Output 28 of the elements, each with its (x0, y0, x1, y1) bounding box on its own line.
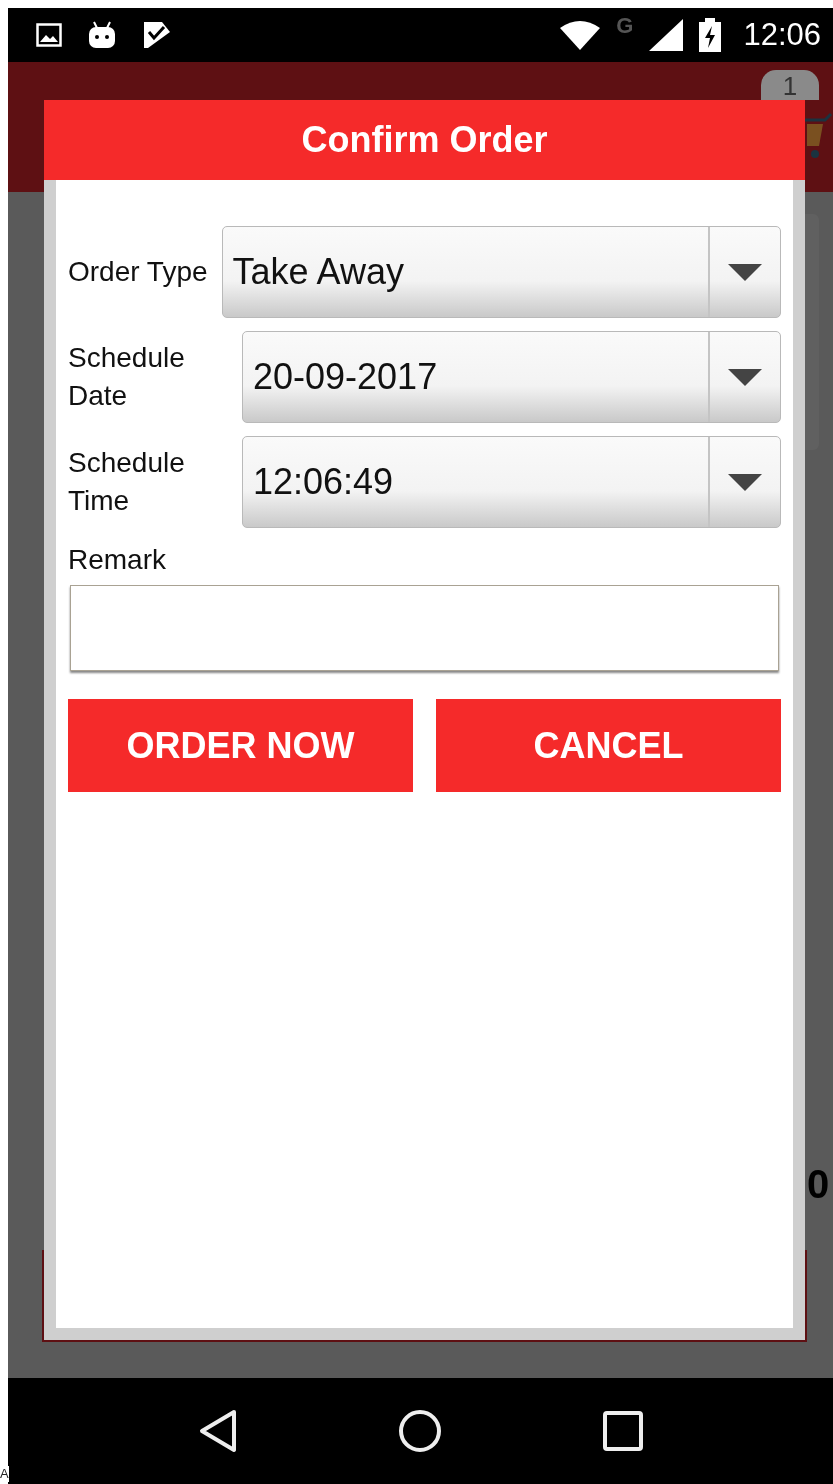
back-icon[interactable] (198, 1409, 239, 1453)
field-label: Order Type (68, 255, 208, 289)
order-button[interactable]: ORDER NOW (68, 699, 413, 792)
total-amount: 0 (807, 1162, 830, 1207)
image-icon (36, 23, 62, 47)
dialog-title: Confirm Order (44, 100, 805, 180)
cart-count-badge: 1 (761, 70, 819, 100)
battery-icon (699, 18, 722, 52)
field-label: Schedule Date (68, 341, 186, 413)
edge-letter: A (0, 1466, 9, 1482)
input-field[interactable] (70, 585, 779, 671)
robot-icon (88, 20, 116, 50)
dropdown-arrow-icon (728, 473, 762, 491)
field-label: Schedule Time (68, 446, 186, 518)
signal-icon (649, 19, 684, 51)
home-icon[interactable] (398, 1409, 443, 1453)
network-type: G (616, 13, 634, 39)
dropdown-arrow-icon (728, 368, 762, 386)
clock-time: 12:06 (743, 17, 821, 53)
cancel-button[interactable]: CANCEL (436, 699, 781, 792)
dropdown[interactable]: 12:06:49 (242, 436, 781, 528)
dropdown[interactable]: 20-09-2017 (242, 331, 781, 423)
check-icon (142, 20, 172, 50)
recents-icon[interactable] (602, 1411, 643, 1451)
wifi-icon (560, 20, 601, 50)
field-label: Remark (68, 543, 167, 577)
dropdown-arrow-icon (728, 263, 762, 281)
dropdown[interactable]: Take Away (221, 226, 781, 318)
